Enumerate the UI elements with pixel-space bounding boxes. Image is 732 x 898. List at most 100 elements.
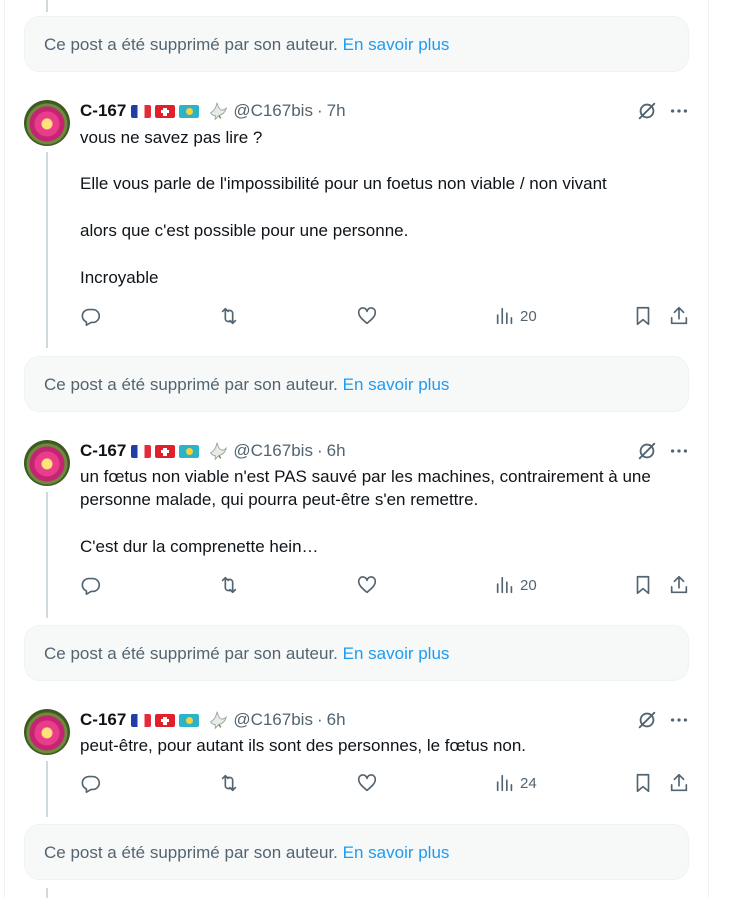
user-handle[interactable]: @C167bis bbox=[233, 710, 313, 730]
deleted-notice-text: Ce post a été supprimé par son auteur. bbox=[44, 843, 338, 862]
bookmark-icon bbox=[636, 575, 650, 595]
flag-switzerland-icon bbox=[155, 444, 176, 458]
views-button[interactable]: 24 bbox=[494, 772, 537, 794]
bookmark-button[interactable] bbox=[632, 772, 654, 794]
share-icon bbox=[670, 773, 688, 792]
separator: · bbox=[316, 101, 323, 120]
flag-switzerland-icon bbox=[155, 713, 176, 727]
thread-line bbox=[46, 0, 48, 12]
flag-france-icon bbox=[131, 444, 152, 458]
bookmark-button[interactable] bbox=[632, 305, 654, 327]
share-icon bbox=[670, 306, 688, 325]
avatar[interactable] bbox=[24, 440, 70, 486]
repost-icon bbox=[221, 307, 237, 325]
views-count: 20 bbox=[520, 307, 537, 325]
dove-icon bbox=[210, 711, 228, 730]
post-paragraph: vous ne savez pas lire ? bbox=[80, 128, 263, 147]
like-button[interactable] bbox=[356, 305, 378, 327]
share-button[interactable] bbox=[668, 772, 690, 794]
reply-icon bbox=[81, 308, 101, 326]
post-text: vous ne savez pas lire ? Elle vous parle… bbox=[80, 126, 700, 289]
post-paragraph: Elle vous parle de l'impossibilité pour … bbox=[80, 174, 607, 193]
like-icon bbox=[357, 576, 377, 594]
display-name[interactable]: C-167 bbox=[80, 710, 126, 730]
reply-icon bbox=[81, 577, 101, 595]
avatar[interactable] bbox=[24, 100, 70, 146]
dove-icon bbox=[210, 442, 228, 461]
more-icon[interactable] bbox=[668, 100, 690, 122]
deleted-post-notice: Ce post a été supprimé par son auteur. E… bbox=[24, 16, 689, 72]
user-handle[interactable]: @C167bis bbox=[233, 101, 313, 121]
views-count: 24 bbox=[520, 774, 537, 792]
post[interactable]: C-167 @C167bis · 6h peut-être, pour auta… bbox=[0, 709, 708, 809]
reply-button[interactable] bbox=[80, 772, 102, 794]
share-button[interactable] bbox=[668, 305, 690, 327]
share-icon bbox=[670, 575, 688, 594]
display-name[interactable]: C-167 bbox=[80, 441, 126, 461]
learn-more-link[interactable]: En savoir plus bbox=[343, 375, 450, 394]
like-button[interactable] bbox=[356, 772, 378, 794]
deleted-notice-text: Ce post a été supprimé par son auteur. bbox=[44, 35, 338, 54]
repost-icon bbox=[221, 576, 237, 594]
like-button[interactable] bbox=[356, 574, 378, 596]
thread-line bbox=[46, 888, 48, 898]
action-bar: 20 bbox=[80, 305, 692, 327]
like-icon bbox=[357, 774, 377, 792]
post-paragraph: peut-être, pour autant ils sont des pers… bbox=[80, 736, 527, 755]
post-paragraph: un fœtus non viable n'est PAS sauvé par … bbox=[80, 467, 656, 509]
action-bar: 20 bbox=[80, 574, 692, 596]
more-icon[interactable] bbox=[668, 709, 690, 731]
learn-more-link[interactable]: En savoir plus bbox=[343, 843, 450, 862]
post-paragraph: alors que c'est possible pour une person… bbox=[80, 221, 409, 240]
more-icon[interactable] bbox=[668, 440, 690, 462]
grok-icon[interactable] bbox=[636, 709, 658, 731]
separator: · bbox=[316, 441, 323, 460]
deleted-post-notice: Ce post a été supprimé par son auteur. E… bbox=[24, 824, 689, 880]
grok-icon[interactable] bbox=[636, 440, 658, 462]
avatar[interactable] bbox=[24, 709, 70, 755]
timestamp[interactable]: 6h bbox=[327, 710, 346, 730]
grok-icon[interactable] bbox=[636, 100, 658, 122]
repost-button[interactable] bbox=[218, 574, 240, 596]
repost-button[interactable] bbox=[218, 305, 240, 327]
flag-kazakhstan-icon bbox=[179, 713, 200, 727]
column-border-right bbox=[708, 0, 709, 898]
views-icon bbox=[496, 576, 513, 594]
views-icon bbox=[496, 774, 513, 792]
flag-kazakhstan-icon bbox=[179, 444, 200, 458]
bookmark-button[interactable] bbox=[632, 574, 654, 596]
flag-kazakhstan-icon bbox=[179, 104, 200, 118]
reply-icon bbox=[81, 775, 101, 793]
learn-more-link[interactable]: En savoir plus bbox=[343, 644, 450, 663]
reply-button[interactable] bbox=[80, 305, 102, 327]
reply-button[interactable] bbox=[80, 574, 102, 596]
views-button[interactable]: 20 bbox=[494, 574, 537, 596]
post[interactable]: C-167 @C167bis · 7h vous ne savez pas li… bbox=[0, 100, 708, 340]
repost-button[interactable] bbox=[218, 772, 240, 794]
flag-switzerland-icon bbox=[155, 104, 176, 118]
flag-france-icon bbox=[131, 104, 152, 118]
post-text: un fœtus non viable n'est PAS sauvé par … bbox=[80, 465, 700, 558]
separator: · bbox=[316, 710, 323, 729]
share-button[interactable] bbox=[668, 574, 690, 596]
display-name[interactable]: C-167 bbox=[80, 101, 126, 121]
dove-icon bbox=[210, 102, 228, 121]
post-header: C-167 @C167bis · 6h bbox=[80, 709, 346, 731]
deleted-post-notice: Ce post a été supprimé par son auteur. E… bbox=[24, 625, 689, 681]
learn-more-link[interactable]: En savoir plus bbox=[343, 35, 450, 54]
flag-france-icon bbox=[131, 713, 152, 727]
timestamp[interactable]: 7h bbox=[327, 101, 346, 121]
user-handle[interactable]: @C167bis bbox=[233, 441, 313, 461]
post-paragraph: Incroyable bbox=[80, 268, 159, 287]
repost-icon bbox=[221, 774, 237, 792]
post-header: C-167 @C167bis · 6h bbox=[80, 440, 346, 462]
bookmark-icon bbox=[636, 773, 650, 793]
deleted-notice-text: Ce post a été supprimé par son auteur. bbox=[44, 375, 338, 394]
post[interactable]: C-167 @C167bis · 6h un fœtus non viable … bbox=[0, 440, 708, 610]
timestamp[interactable]: 6h bbox=[327, 441, 346, 461]
views-button[interactable]: 20 bbox=[494, 305, 537, 327]
deleted-post-notice: Ce post a été supprimé par son auteur. E… bbox=[24, 356, 689, 412]
post-header: C-167 @C167bis · 7h bbox=[80, 100, 346, 122]
views-icon bbox=[496, 307, 513, 325]
views-count: 20 bbox=[520, 576, 537, 594]
